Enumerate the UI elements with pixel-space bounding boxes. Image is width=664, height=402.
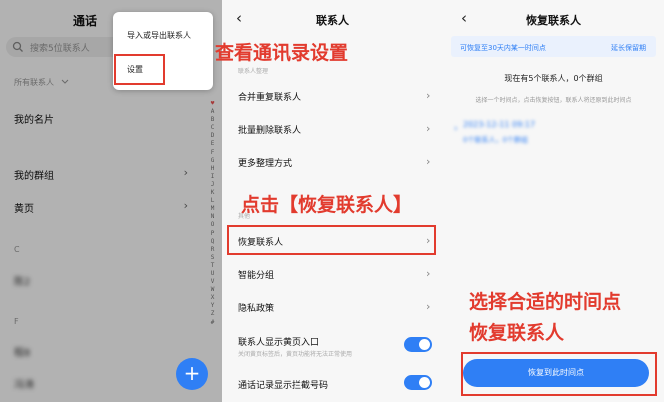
settings-highlight-box [114, 54, 165, 85]
menu-item-import-export[interactable]: 导入或导出联系人 [127, 30, 191, 41]
row-batch-delete[interactable]: 批量删除联系人 [238, 123, 301, 136]
page-title: 恢复联系人 [526, 14, 581, 27]
section-label-manage: 联系人整理 [238, 68, 269, 75]
restore-button-highlight-box [461, 352, 657, 396]
toggle-label-yellow-pages: 联系人显示黄页入口 [238, 338, 320, 348]
add-contact-button[interactable]: + [176, 358, 208, 390]
chevron-right-icon: › [426, 155, 431, 168]
page-title: 联系人 [316, 14, 349, 27]
chevron-right-icon: › [426, 89, 431, 102]
annotation-choose-timepoint-line2: 恢复联系人 [469, 322, 565, 344]
timepoint-marker: › [454, 124, 458, 134]
yellow-pages-toggle[interactable] [404, 337, 432, 352]
timepoint-detail: 0个联系人，0个群组 [463, 136, 528, 144]
row-more-organize[interactable]: 更多整理方式 [238, 156, 292, 169]
restore-hint: 选择一个时间点，点击恢复按钮，联系人将还原到此时间点 [475, 97, 632, 104]
contacts-summary: 现在有5个联系人，0个群组 [504, 74, 603, 83]
toggle-sublabel: 关闭黄页标签后，黄页功能将无法正常使用 [238, 351, 353, 358]
row-smart-groups[interactable]: 智能分组 [238, 268, 274, 281]
retention-banner-text: 可恢复至30天内某一时间点 [460, 44, 546, 52]
chevron-right-icon: › [426, 122, 431, 135]
row-privacy-policy[interactable]: 隐私政策 [238, 301, 274, 314]
restore-highlight-box [227, 225, 436, 255]
annotation-choose-timepoint-line1: 选择合适的时间点 [469, 291, 622, 313]
chevron-right-icon: › [426, 267, 431, 280]
annotation-view-settings: 查看通讯录设置 [215, 42, 349, 64]
extend-retention-link[interactable]: 延长保留期 [611, 43, 646, 53]
screenshot-composite: 通话 搜索5位联系人 所有联系人 我的名片 我的群组 › 黄页 › C 陈2 F… [0, 0, 664, 402]
blocked-numbers-toggle[interactable] [404, 375, 432, 390]
row-merge-duplicates[interactable]: 合并重复联系人 [238, 90, 301, 103]
annotation-click-restore: 点击【恢复联系人】 [241, 194, 413, 216]
timepoint-date[interactable]: 2023-12-11 09:17 [463, 120, 535, 129]
chevron-right-icon: › [426, 300, 431, 313]
plus-icon: + [183, 361, 201, 385]
toggle-label-blocked-numbers: 通话记录显示拦截号码 [238, 381, 329, 391]
